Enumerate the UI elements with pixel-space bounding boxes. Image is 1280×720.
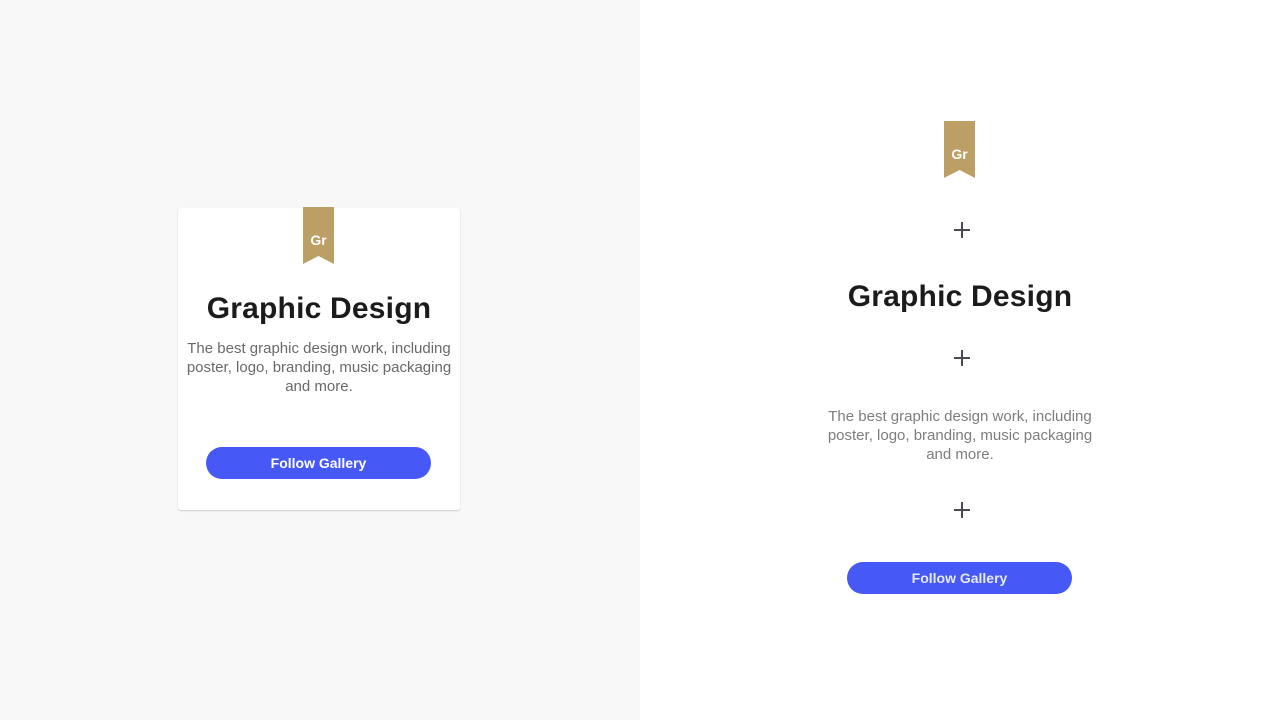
left-panel: Gr Graphic Design The best graphic desig… <box>0 0 640 720</box>
plus-icon <box>945 341 979 375</box>
right-panel: Gr Graphic Design The best graphic desig… <box>640 0 1280 720</box>
follow-gallery-button[interactable]: Follow Gallery <box>206 447 431 479</box>
exploded-badge: Gr <box>944 121 975 178</box>
exploded-follow-gallery-button[interactable]: Follow Gallery <box>847 562 1072 594</box>
gallery-badge: Gr <box>303 207 334 264</box>
exploded-badge-text: Gr <box>951 146 968 162</box>
gallery-description: The best graphic design work, including … <box>186 340 452 395</box>
exploded-title: Graphic Design <box>847 280 1073 313</box>
plus-icon <box>945 213 979 247</box>
plus-icon <box>945 493 979 527</box>
gallery-title: Graphic Design <box>206 292 432 325</box>
exploded-description: The best graphic design work, including … <box>827 408 1093 463</box>
gallery-badge-text: Gr <box>310 232 327 248</box>
gallery-card: Gr Graphic Design The best graphic desig… <box>178 207 460 510</box>
